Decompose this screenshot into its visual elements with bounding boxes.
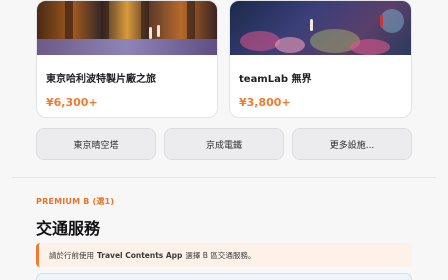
card-price: ¥6,300+ — [46, 96, 98, 109]
transport-option-box[interactable] — [36, 273, 412, 280]
notice-text-after: 選擇 B 區交通服務。 — [185, 250, 256, 260]
notice-text-before: 請於行前使用 — [49, 250, 94, 260]
page: 東京哈利波特製片廠之旅 ¥6,300+ teamLab 無界 ¥3,800+ 東… — [0, 0, 448, 280]
card-price: ¥3,800+ — [239, 96, 291, 109]
card-title: 東京哈利波特製片廠之旅 — [46, 74, 156, 85]
section-eyebrow: PREMIUM B (選1) — [36, 197, 115, 206]
section-title: 交通服務 — [36, 219, 101, 238]
attraction-cards: 東京哈利波特製片廠之旅 ¥6,300+ teamLab 無界 ¥3,800+ — [36, 0, 412, 118]
section-divider — [12, 177, 436, 178]
attraction-card-harry-potter[interactable]: 東京哈利波特製片廠之旅 ¥6,300+ — [36, 0, 218, 118]
attraction-card-teamlab[interactable]: teamLab 無界 ¥3,800+ — [229, 0, 412, 118]
facility-buttons: 東京晴空塔 京成電鐵 更多設施... — [36, 128, 412, 160]
skytree-button[interactable]: 東京晴空塔 — [36, 128, 156, 160]
notice-banner: 請於行前使用 Travel Contents App 選擇 B 區交通服務。 — [36, 243, 412, 267]
card-image — [37, 1, 217, 55]
notice-app-name: Travel Contents App — [97, 250, 183, 260]
card-title: teamLab 無界 — [239, 74, 312, 85]
keisei-button[interactable]: 京成電鐵 — [164, 128, 284, 160]
more-facilities-button[interactable]: 更多設施... — [292, 128, 412, 160]
card-image — [230, 1, 411, 55]
